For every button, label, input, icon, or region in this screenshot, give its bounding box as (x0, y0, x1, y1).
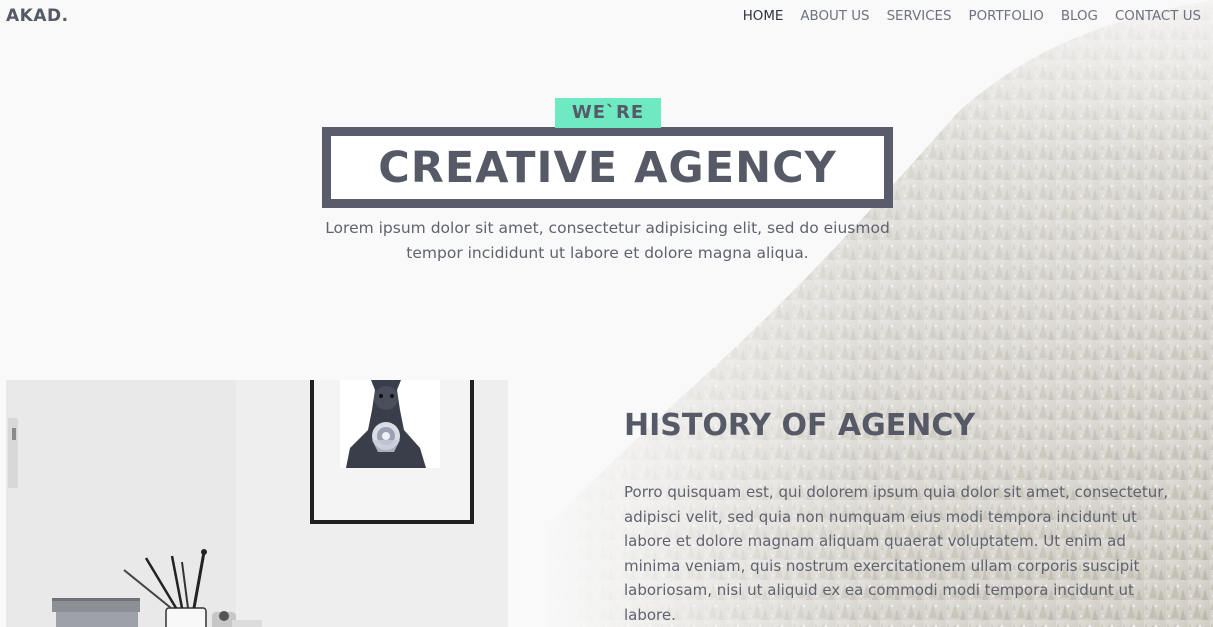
nav-blog[interactable]: BLOG (1061, 9, 1098, 24)
nav-about-us[interactable]: ABOUT US (800, 9, 869, 24)
hero-badge: WE`RE (555, 98, 661, 128)
hero-subtitle: Lorem ipsum dolor sit amet, consectetur … (325, 219, 890, 262)
main-nav: HOME ABOUT US SERVICES PORTFOLIO BLOG CO… (743, 9, 1201, 24)
nav-home[interactable]: HOME (743, 9, 784, 24)
hero-title-frame: CREATIVE AGENCY (322, 127, 893, 208)
nav-portfolio[interactable]: PORTFOLIO (969, 9, 1044, 24)
history-text: Porro quisquam est, qui dolorem ipsum qu… (624, 483, 1169, 624)
desk-art-illustration (6, 380, 508, 627)
nav-contact-us[interactable]: CONTACT US (1115, 9, 1201, 24)
about-image (6, 380, 508, 627)
hero-title: CREATIVE AGENCY (378, 142, 837, 193)
logo[interactable]: AKAD. (6, 6, 69, 26)
nav-services[interactable]: SERVICES (887, 9, 952, 24)
history-title: HISTORY OF AGENCY (624, 408, 976, 443)
